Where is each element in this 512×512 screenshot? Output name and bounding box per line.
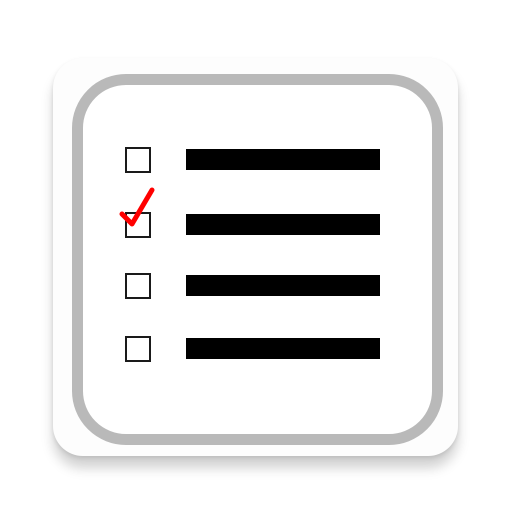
text-line-placeholder [186,214,380,235]
text-line-placeholder [186,338,380,359]
text-line-placeholder [186,275,380,296]
checklist-item-4 [0,336,512,376]
checklist-item-2 [0,187,512,252]
checklist-item-1 [0,147,512,187]
checkbox-icon [125,273,151,299]
checklist-frame [72,74,443,445]
text-line-placeholder [186,149,380,170]
checkbox-icon [125,336,151,362]
checklist-item-3 [0,273,512,313]
red-checkmark-icon [119,187,155,227]
app-icon [0,0,512,512]
checkbox-icon [125,147,151,173]
